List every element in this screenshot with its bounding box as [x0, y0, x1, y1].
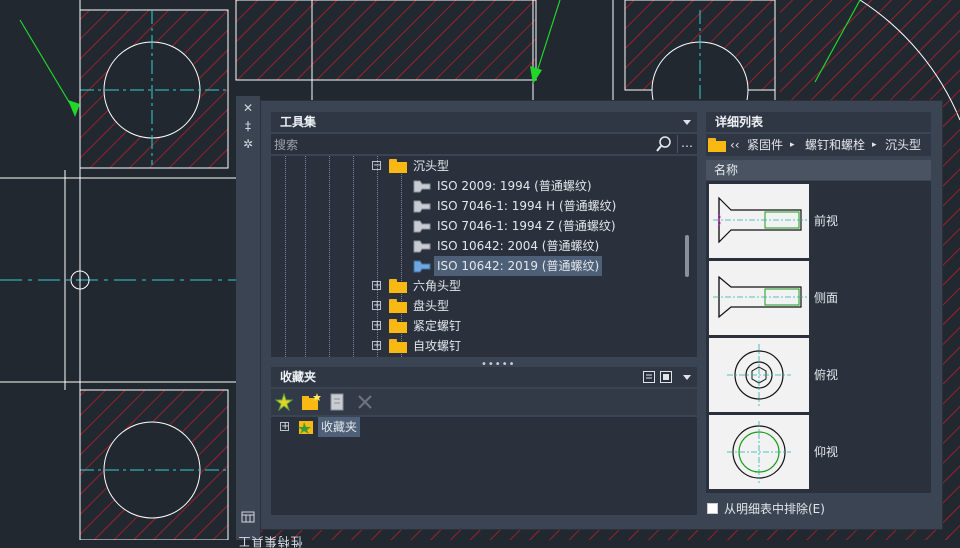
screw-icon [413, 200, 431, 213]
exclude-from-bom-checkbox[interactable]: 从明细表中排除(E) [706, 499, 931, 519]
tools-header[interactable]: 工具集 [271, 112, 697, 132]
expand-icon[interactable]: + [372, 281, 381, 291]
tree-folder-setscrew[interactable]: + 紧定螺钉 [271, 316, 691, 336]
tree-folder-selftapping[interactable]: + 自攻螺钉 [271, 336, 691, 356]
breadcrumb-item-screws-bolts[interactable]: 螺钉和螺栓 [805, 134, 865, 156]
folder-icon [389, 339, 407, 353]
tree-scrollbar-thumb[interactable] [685, 235, 689, 277]
tree-item-label: ISO 10642: 2004 (普通螺纹) [437, 239, 600, 253]
screw-icon [413, 180, 431, 193]
delete-icon[interactable] [357, 394, 373, 410]
screw-icon [413, 220, 431, 233]
favorites-header[interactable]: 收藏夹 [271, 367, 697, 387]
chevron-down-icon[interactable] [683, 120, 691, 125]
new-folder-icon[interactable] [301, 393, 321, 411]
collapse-icon[interactable]: − [372, 161, 381, 171]
view-label-front: 前视 [814, 214, 839, 228]
tree-folder-panhead[interactable]: + 盘头型 [271, 296, 691, 316]
tree-folder-countersunk[interactable]: − 沉头型 [271, 156, 691, 176]
view-label-top: 俯视 [814, 368, 839, 382]
folder-icon [389, 279, 407, 293]
view-item-front[interactable]: 前视 [706, 184, 926, 258]
document-icon[interactable] [329, 393, 345, 411]
side-view-thumbnail [709, 261, 809, 335]
tree-item-label: 自攻螺钉 [413, 339, 462, 353]
front-view-thumbnail [709, 184, 809, 258]
folder-icon [389, 159, 407, 173]
view-list-icon[interactable] [643, 371, 655, 383]
tree-item-label: 沉头型 [413, 159, 450, 173]
breadcrumb-separator: ▸ [790, 140, 795, 150]
close-icon[interactable]: ✕ [240, 100, 256, 116]
tree-item-label: ISO 7046-1: 1994 Z (普通螺纹) [437, 219, 616, 233]
view-details-icon[interactable] [660, 371, 672, 383]
view-item-side[interactable]: 侧面 [706, 261, 926, 335]
breadcrumb-back[interactable]: ‹‹ [730, 134, 740, 156]
palette-title: 工具集特性 [238, 536, 304, 548]
tree-folder-hexhead[interactable]: + 六角头型 [271, 276, 691, 296]
view-item-top[interactable]: 俯视 [706, 338, 926, 412]
name-column-header[interactable]: 名称 [706, 160, 931, 180]
tools-tree[interactable]: − 沉头型 ISO 2009: 1994 (普通螺纹) ISO 7046-1: … [271, 156, 697, 357]
folder-icon [389, 319, 407, 333]
view-label-bottom: 仰视 [814, 445, 839, 459]
favorites-root-label: 收藏夹 [318, 417, 361, 437]
hatched-section [235, 0, 537, 81]
breadcrumb: ‹‹ 紧固件 ▸ 螺钉和螺栓 ▸ 沉头型 [706, 134, 931, 156]
tree-item-label: 六角头型 [413, 279, 462, 293]
palette-properties-icon[interactable] [241, 510, 255, 524]
expand-icon[interactable]: + [372, 301, 381, 311]
chevron-down-icon[interactable] [683, 375, 691, 380]
exclude-label: 从明细表中排除(E) [724, 502, 825, 516]
screw-icon-selected [413, 260, 431, 273]
bottom-view-thumbnail [709, 415, 809, 489]
favorites-tree[interactable]: + 收藏夹 [271, 417, 697, 515]
breadcrumb-item-countersunk[interactable]: 沉头型 [885, 134, 921, 156]
tree-item-label: 紧定螺钉 [413, 319, 462, 333]
detail-list[interactable]: 前视 侧面 俯视 仰视 [706, 181, 931, 493]
search-icon[interactable] [655, 135, 673, 153]
settings-icon[interactable]: ✲ [240, 136, 256, 152]
tools-header-title: 工具集 [280, 115, 317, 129]
favorites-folder-icon [298, 421, 313, 434]
tree-item-label: ISO 7046-1: 1994 H (普通螺纹) [437, 199, 617, 213]
expand-icon[interactable]: + [280, 422, 289, 432]
screw-icon [413, 240, 431, 253]
tree-item-iso2009[interactable]: ISO 2009: 1994 (普通螺纹) [271, 176, 691, 196]
breadcrumb-separator: ▸ [872, 140, 877, 150]
favorites-toolbar [271, 389, 697, 415]
breadcrumb-item-fasteners[interactable]: 紧固件 [747, 134, 783, 156]
view-label-side: 侧面 [814, 291, 839, 305]
tree-item-label: 盘头型 [413, 299, 450, 313]
tool-palette-panel: 工具集 … − 沉头型 ISO 2009: 1994 (普通螺纹) [260, 100, 943, 530]
favorites-root[interactable]: + 收藏夹 [271, 417, 471, 437]
tree-item-iso10642-2019[interactable]: ISO 10642: 2019 (普通螺纹) [271, 256, 691, 276]
tree-item-iso7046-z[interactable]: ISO 7046-1: 1994 Z (普通螺纹) [271, 216, 691, 236]
top-view-thumbnail [709, 338, 809, 412]
favorites-header-title: 收藏夹 [280, 370, 317, 384]
more-options-button[interactable]: … [677, 135, 696, 153]
checkbox-box[interactable] [707, 503, 718, 514]
tree-item-iso10642-2004[interactable]: ISO 10642: 2004 (普通螺纹) [271, 236, 691, 256]
search-input[interactable] [271, 134, 656, 156]
tree-item-label: ISO 2009: 1994 (普通螺纹) [437, 179, 592, 193]
add-favorite-icon[interactable] [275, 393, 293, 411]
autohide-icon[interactable]: ‡ [240, 118, 256, 134]
tree-item-label-selected: ISO 10642: 2019 (普通螺纹) [434, 256, 603, 276]
hatched-section [780, 0, 960, 100]
expand-icon[interactable]: + [372, 321, 381, 331]
view-item-bottom[interactable]: 仰视 [706, 415, 926, 489]
detail-header: 详细列表 [706, 112, 931, 132]
expand-icon[interactable]: + [372, 341, 381, 351]
folder-icon [708, 138, 726, 152]
search-bar: … [271, 134, 697, 156]
palette-titlebar[interactable]: ✕ ‡ ✲ 工具集特性 [236, 96, 304, 548]
folder-icon [389, 299, 407, 313]
tree-item-iso7046-h[interactable]: ISO 7046-1: 1994 H (普通螺纹) [271, 196, 691, 216]
